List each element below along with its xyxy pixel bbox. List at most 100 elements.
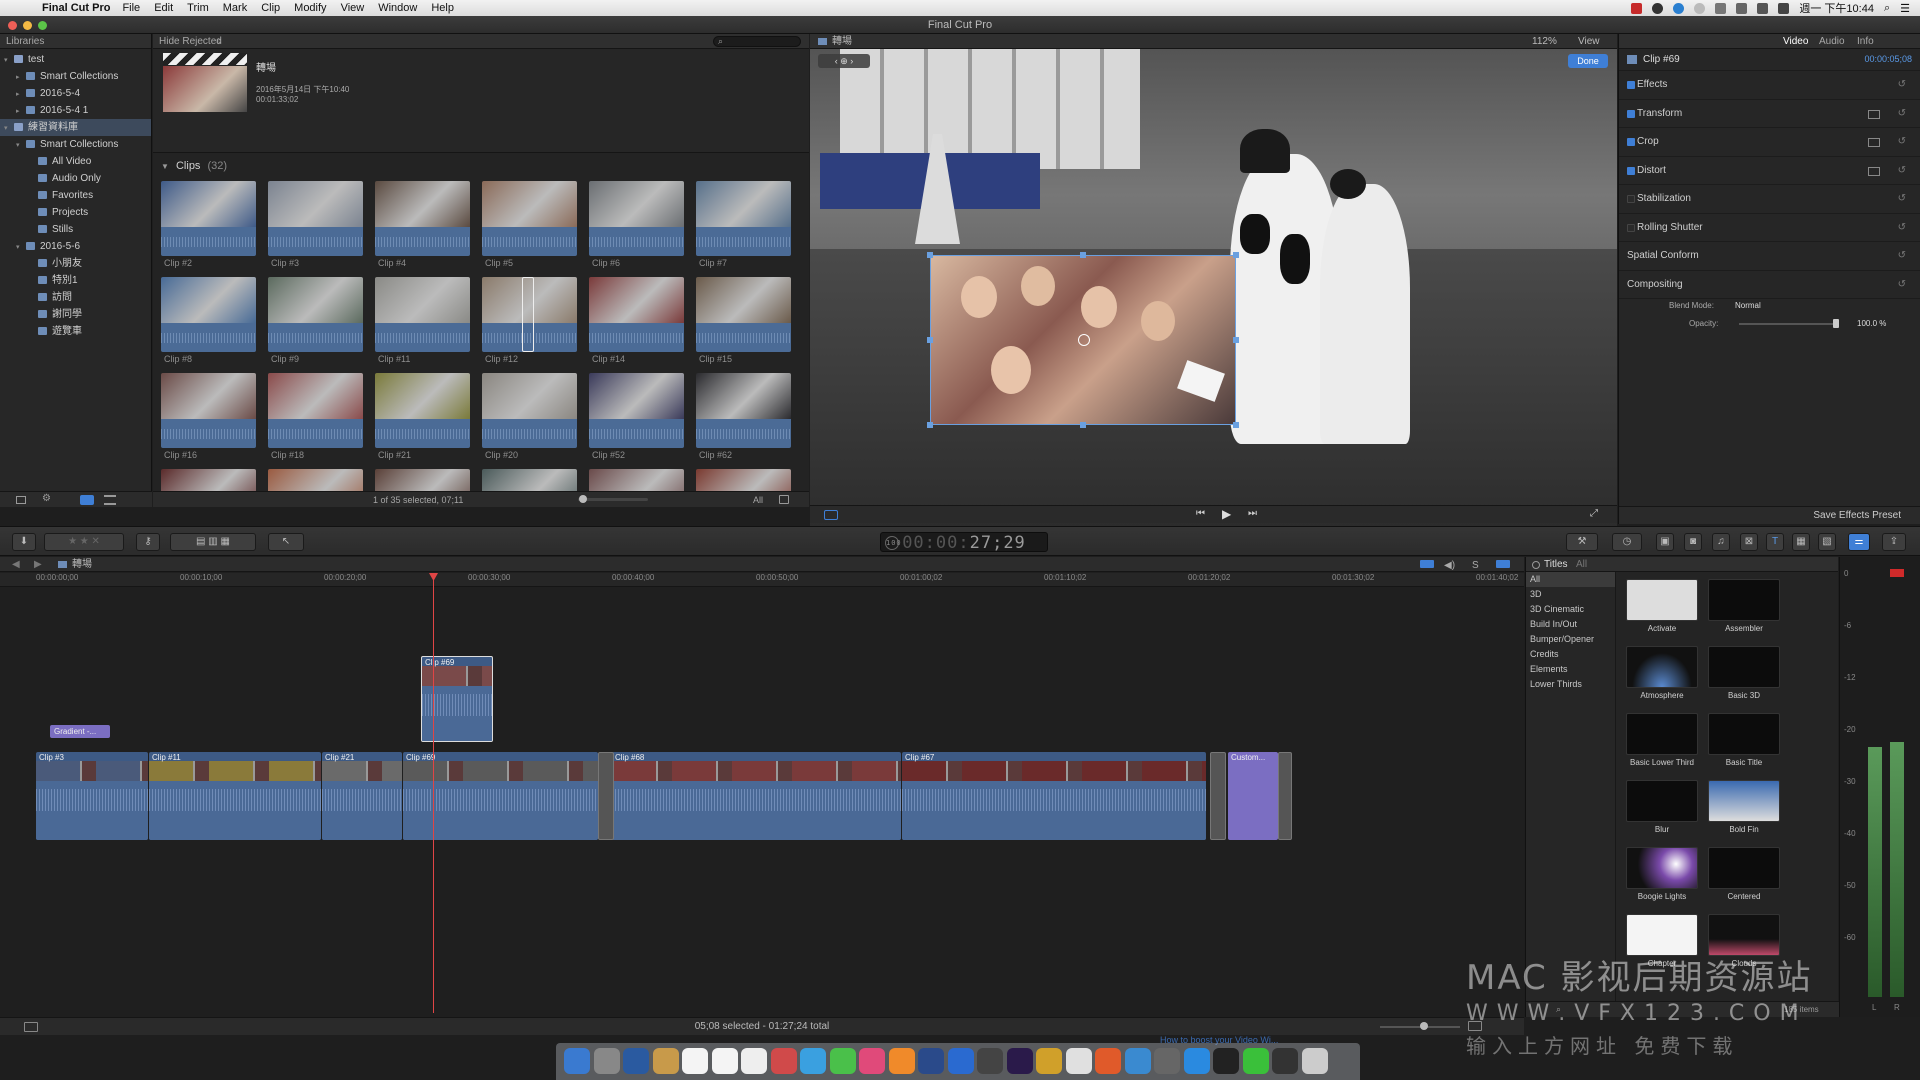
clip-appearance-icon[interactable] — [779, 495, 789, 504]
reset-icon[interactable]: ↺ — [1898, 185, 1906, 213]
enable-checkbox[interactable] — [1627, 166, 1635, 175]
disclosure-triangle-icon[interactable]: ▼ — [161, 162, 169, 171]
transform-handle[interactable] — [1233, 337, 1239, 343]
menubar-clock[interactable]: 週一 下午10:44 — [1799, 0, 1874, 16]
clip-filmstrip[interactable] — [161, 277, 256, 352]
clip-filmstrip[interactable] — [589, 181, 684, 256]
timeline-zoom-knob[interactable] — [1420, 1022, 1428, 1030]
enhance-icon[interactable]: ⚒ — [1566, 533, 1598, 551]
library-row[interactable]: ▾ 2016-5-6 — [0, 238, 151, 255]
transform-handle[interactable] — [927, 422, 933, 428]
gear-icon[interactable]: ⚙ — [42, 493, 51, 504]
title-template[interactable]: Basic 3D — [1708, 646, 1780, 700]
clip-thumbnail[interactable]: Clip #52 — [589, 373, 684, 465]
timecode-display[interactable]: 100 00:00:27;29 — [880, 532, 1048, 553]
library-row[interactable]: Audio Only — [0, 170, 151, 187]
dock-app-icon[interactable] — [1301, 1048, 1328, 1074]
clip-appearance-icon[interactable] — [1420, 560, 1434, 568]
battery-icon[interactable] — [1778, 2, 1790, 14]
clip-filmstrip[interactable] — [375, 373, 470, 448]
clip-filmstrip[interactable] — [696, 181, 791, 256]
clip-thumbnail[interactable]: Clip #12 — [482, 277, 577, 369]
time-machine-icon[interactable] — [1694, 2, 1706, 14]
library-row[interactable]: ▸ 2016-5-4 — [0, 85, 151, 102]
transitions-icon[interactable]: ⊠ — [1740, 533, 1758, 551]
dock-app-icon[interactable] — [1006, 1048, 1033, 1074]
tab-info[interactable]: Info — [1857, 34, 1874, 49]
titles-filter[interactable]: All — [1576, 557, 1587, 572]
opacity-slider[interactable] — [1739, 323, 1839, 325]
transform-tool-icon[interactable] — [824, 510, 838, 520]
done-button[interactable]: Done — [1568, 54, 1608, 68]
dock-app-icon[interactable] — [1213, 1048, 1239, 1074]
title-template[interactable]: Activate — [1626, 579, 1698, 633]
dock-app-icon[interactable] — [564, 1048, 590, 1074]
onscreen-control-icon[interactable] — [1868, 109, 1880, 119]
clip-thumbnail[interactable]: Clip #16 — [161, 373, 256, 465]
filmstrip-view-icon[interactable] — [80, 495, 94, 505]
viewer-canvas[interactable]: ‹ ⊕ › Done — [810, 49, 1617, 536]
menu-window[interactable]: Window — [378, 2, 417, 14]
inspector-section-crop[interactable]: Crop ↺ — [1619, 128, 1920, 157]
menu-clip[interactable]: Clip — [261, 2, 280, 14]
clip-thumbnail[interactable]: Clip #14 — [589, 277, 684, 369]
clip-filmstrip[interactable] — [482, 181, 577, 256]
center-handle[interactable] — [1078, 334, 1090, 346]
clip-thumbnail[interactable]: Clip #8 — [161, 277, 256, 369]
clip-filmstrip[interactable] — [589, 373, 684, 448]
clip-filmstrip[interactable] — [375, 277, 470, 352]
library-row[interactable]: Projects — [0, 204, 151, 221]
titles-category-item[interactable]: Build In/Out — [1526, 617, 1615, 632]
edit-buttons[interactable]: ▤ ▥ ▦ — [170, 533, 256, 551]
keyword-icon[interactable]: ⚷ — [136, 533, 160, 551]
generators-icon[interactable]: ▦ — [1792, 533, 1810, 551]
timeline-clip[interactable]: Clip #21 — [322, 752, 402, 840]
browser-search-input[interactable] — [713, 36, 801, 47]
list-view-icon[interactable] — [104, 495, 116, 505]
library-row[interactable]: All Video — [0, 153, 151, 170]
inspector-section-rolling-shutter[interactable]: Rolling Shutter ↺ — [1619, 214, 1920, 242]
clip-thumbnail[interactable]: Clip #20 — [482, 373, 577, 465]
reset-icon[interactable]: ↺ — [1898, 271, 1906, 299]
clip-thumbnail[interactable]: Clip #4 — [375, 181, 470, 273]
clip-size-slider[interactable] — [578, 498, 648, 501]
inspector-section-stabilization[interactable]: Stabilization ↺ — [1619, 185, 1920, 214]
minimize-window-button[interactable] — [23, 21, 32, 30]
menu-help[interactable]: Help — [431, 2, 454, 14]
clip-thumbnail[interactable]: Clip #3 — [268, 181, 363, 273]
titles-category-item[interactable]: Elements — [1526, 662, 1615, 677]
retime-icon[interactable]: ◷ — [1612, 533, 1642, 551]
menu-modify[interactable]: Modify — [294, 2, 326, 14]
dock-app-icon[interactable] — [1242, 1048, 1269, 1074]
dock-app-icon[interactable] — [741, 1048, 767, 1074]
title-template-thumbnail[interactable] — [1708, 579, 1780, 621]
title-template[interactable]: Basic Title — [1708, 713, 1780, 767]
library-row[interactable]: 特別1 — [0, 272, 151, 289]
timeline-clip[interactable]: Clip #11 — [149, 752, 321, 840]
clip-filmstrip[interactable] — [375, 181, 470, 256]
dock-app-icon[interactable] — [711, 1048, 738, 1074]
share-icon[interactable]: ⇪ — [1882, 533, 1906, 551]
inspector-section-compositing[interactable]: Compositing ↺ — [1619, 271, 1920, 299]
reset-icon[interactable]: ↺ — [1898, 214, 1906, 242]
reset-icon[interactable]: ↺ — [1898, 157, 1906, 185]
music-icon[interactable]: ♫ — [1712, 533, 1730, 551]
dock-app-icon[interactable] — [1095, 1048, 1121, 1074]
title-template[interactable]: Blur — [1626, 780, 1698, 834]
status-circle-icon[interactable] — [1652, 2, 1664, 14]
tab-audio[interactable]: Audio — [1819, 34, 1845, 49]
transition-marker[interactable] — [598, 752, 614, 840]
title-template-thumbnail[interactable] — [1708, 847, 1780, 889]
dock-app-icon[interactable] — [859, 1048, 885, 1074]
next-frame-icon[interactable]: ⏭ — [1248, 508, 1257, 519]
clip-filmstrip[interactable] — [268, 277, 363, 352]
inspector-toggle-icon[interactable]: ⚌ — [1848, 533, 1870, 551]
timeline-title-clip[interactable]: Gradient -... — [50, 725, 110, 738]
dock-app-icon[interactable] — [682, 1048, 708, 1074]
titles-category-item[interactable]: 3D Cinematic — [1526, 602, 1615, 617]
clips-section-header[interactable]: ▼ Clips (32) — [153, 153, 809, 179]
transform-handle[interactable] — [1080, 252, 1086, 258]
dock-app-icon[interactable] — [1065, 1048, 1092, 1074]
timeline-clip[interactable]: Clip #3 — [36, 752, 148, 840]
dock-app-icon[interactable] — [1154, 1048, 1180, 1074]
